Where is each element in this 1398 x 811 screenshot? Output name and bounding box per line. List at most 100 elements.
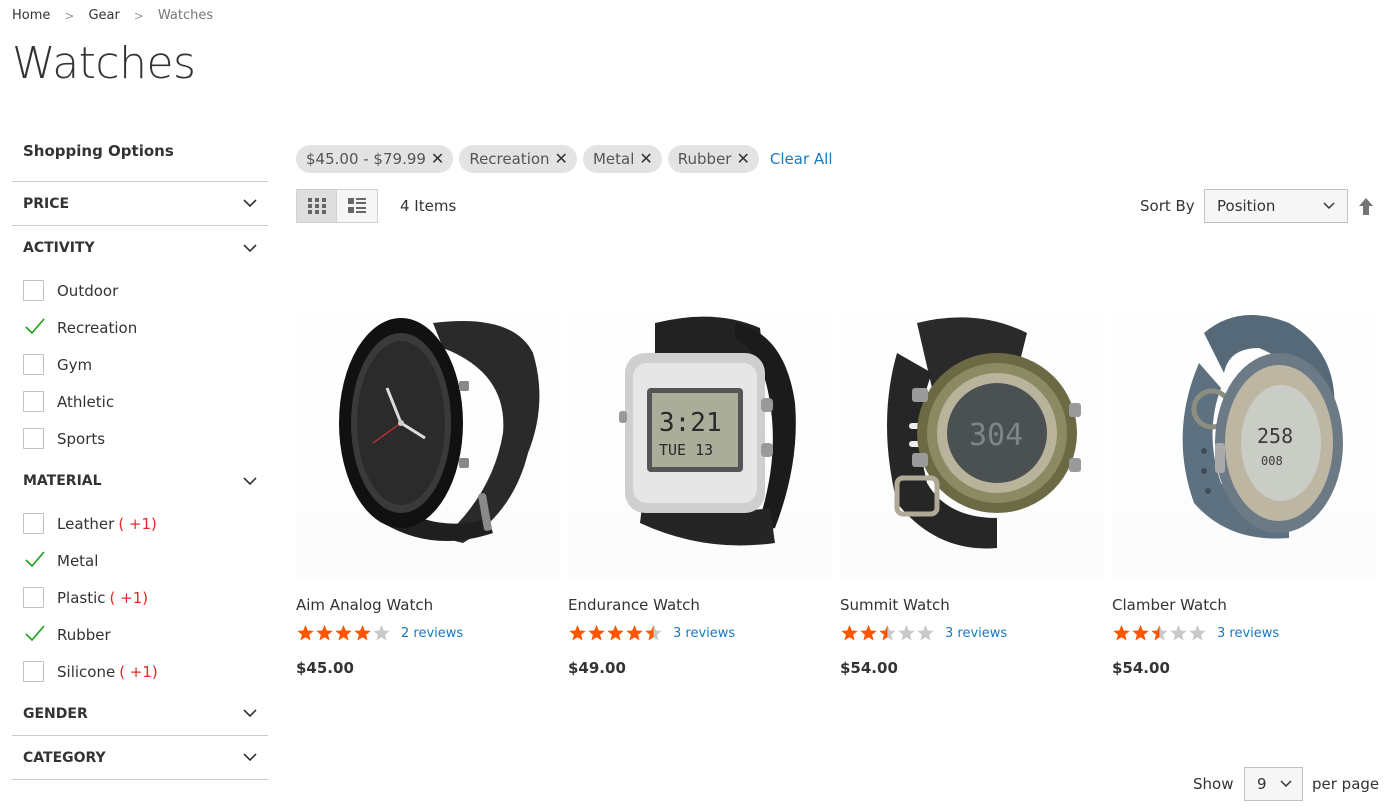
reviews-link[interactable]: 3 reviews	[673, 626, 735, 641]
sort-by-label: Sort By	[1140, 197, 1195, 215]
activity-option-outdoor[interactable]: Outdoor	[12, 272, 268, 309]
checkbox[interactable]	[23, 513, 44, 534]
chevron-right-icon: >	[64, 8, 75, 23]
rating-stars	[840, 624, 935, 642]
chevron-down-icon	[243, 197, 257, 211]
material-option-rubber[interactable]: Rubber	[12, 616, 268, 653]
view-mode-switcher	[296, 189, 378, 223]
product-rating: 3 reviews	[1112, 623, 1376, 643]
checkbox[interactable]	[23, 280, 44, 301]
material-option-silicone[interactable]: Silicone ( +1)	[12, 653, 268, 690]
checkbox[interactable]	[23, 391, 44, 412]
product-image[interactable]: 258 008	[1112, 275, 1376, 581]
filter-gender-header[interactable]: GENDER	[12, 692, 268, 736]
clear-all-link[interactable]: Clear All	[770, 150, 833, 168]
filter-chip-rubber[interactable]: Rubber ✕	[667, 145, 759, 173]
checkbox[interactable]	[23, 428, 44, 449]
grid-view-button[interactable]	[296, 189, 337, 223]
product-image[interactable]: 3:21 TUE 13	[568, 275, 832, 581]
sort-by-select[interactable]: Position	[1204, 189, 1348, 223]
grid-icon	[307, 198, 326, 214]
checkbox[interactable]	[23, 354, 44, 375]
star-icon	[569, 625, 586, 641]
product-item: 304 Summit Watch 3 reviews $54.00	[840, 275, 1104, 677]
option-label: Plastic	[57, 588, 106, 607]
star-icon	[607, 625, 624, 641]
filter-category-label: CATEGORY	[23, 749, 106, 766]
rating-stars	[1112, 624, 1207, 642]
breadcrumb-gear[interactable]: Gear	[88, 8, 119, 23]
close-icon[interactable]: ✕	[736, 151, 749, 167]
activity-option-sports[interactable]: Sports	[12, 420, 268, 457]
chip-label: Recreation	[469, 150, 550, 168]
close-icon[interactable]: ✕	[431, 151, 444, 167]
close-icon[interactable]: ✕	[555, 151, 568, 167]
filter-chip-price[interactable]: $45.00 - $79.99 ✕	[296, 145, 454, 173]
product-price: $54.00	[1112, 659, 1170, 677]
reviews-link[interactable]: 3 reviews	[1217, 626, 1279, 641]
material-option-metal[interactable]: Metal	[12, 542, 268, 579]
show-label: Show	[1193, 775, 1234, 793]
active-filters: $45.00 - $79.99 ✕ Recreation ✕ Metal ✕ R…	[296, 145, 832, 173]
material-option-plastic[interactable]: Plastic ( +1)	[12, 579, 268, 616]
outdoor-watch-image: 304	[887, 317, 1081, 549]
digital-watch-image: 3:21 TUE 13	[619, 316, 796, 546]
per-page-label: per page	[1312, 775, 1380, 793]
star-icon	[626, 625, 643, 641]
list-view-button[interactable]	[337, 189, 378, 223]
svg-text:3:21: 3:21	[659, 408, 722, 438]
svg-text:TUE 13: TUE 13	[659, 441, 713, 459]
filter-chip-metal[interactable]: Metal ✕	[582, 145, 662, 173]
breadcrumb-home[interactable]: Home	[12, 8, 50, 23]
option-label: Sports	[57, 429, 106, 448]
sort-direction-arrow-icon[interactable]	[1359, 198, 1373, 215]
star-icon	[1151, 625, 1168, 641]
sort-by-value: Position	[1217, 197, 1276, 215]
checkmark-icon[interactable]	[23, 550, 45, 571]
reviews-link[interactable]: 2 reviews	[401, 626, 463, 641]
items-count: 4 Items	[400, 197, 457, 215]
filter-chip-recreation[interactable]: Recreation ✕	[459, 145, 577, 173]
svg-text:304: 304	[969, 418, 1023, 453]
option-label: Outdoor	[57, 281, 119, 300]
product-item: 258 008 Clamber Watch 3 reviews $54.00	[1112, 275, 1376, 677]
filter-category-header[interactable]: CATEGORY	[12, 736, 268, 780]
product-name[interactable]: Endurance Watch	[568, 596, 832, 616]
product-name[interactable]: Clamber Watch	[1112, 596, 1376, 616]
checkmark-icon[interactable]	[23, 624, 45, 645]
checkmark-icon[interactable]	[23, 317, 45, 338]
material-option-leather[interactable]: Leather ( +1)	[12, 505, 268, 542]
star-icon	[860, 625, 877, 641]
star-icon	[1170, 625, 1187, 641]
star-icon	[898, 625, 915, 641]
activity-option-recreation[interactable]: Recreation	[12, 309, 268, 346]
chevron-right-icon: >	[133, 8, 144, 23]
activity-option-gym[interactable]: Gym	[12, 346, 268, 383]
limiter-select[interactable]: 9	[1244, 767, 1303, 801]
checkbox[interactable]	[23, 587, 44, 608]
close-icon[interactable]: ✕	[639, 151, 652, 167]
filter-material-header[interactable]: MATERIAL	[12, 459, 268, 503]
product-item: Aim Analog Watch 2 reviews $45.00	[296, 275, 560, 677]
product-name[interactable]: Aim Analog Watch	[296, 596, 560, 616]
shopping-options-sidebar: Shopping Options PRICE ACTIVITY Outdoor …	[12, 128, 268, 780]
option-label: Athletic	[57, 392, 115, 411]
option-count: ( +1)	[119, 662, 158, 681]
option-label: Metal	[57, 551, 99, 570]
reviews-link[interactable]: 3 reviews	[945, 626, 1007, 641]
product-price: $49.00	[568, 659, 626, 677]
filter-activity-header[interactable]: ACTIVITY	[12, 226, 268, 270]
filter-price-header[interactable]: PRICE	[12, 182, 268, 226]
product-image[interactable]	[296, 275, 560, 581]
product-image[interactable]: 304	[840, 275, 1104, 581]
chip-label: $45.00 - $79.99	[306, 150, 426, 168]
page-title: Watches	[12, 38, 196, 89]
filter-material-label: MATERIAL	[23, 473, 102, 489]
star-icon	[335, 625, 352, 641]
analog-watch-image	[339, 318, 540, 543]
star-icon	[1113, 625, 1130, 641]
checkbox[interactable]	[23, 661, 44, 682]
product-name[interactable]: Summit Watch	[840, 596, 1104, 616]
star-icon	[297, 625, 314, 641]
activity-option-athletic[interactable]: Athletic	[12, 383, 268, 420]
